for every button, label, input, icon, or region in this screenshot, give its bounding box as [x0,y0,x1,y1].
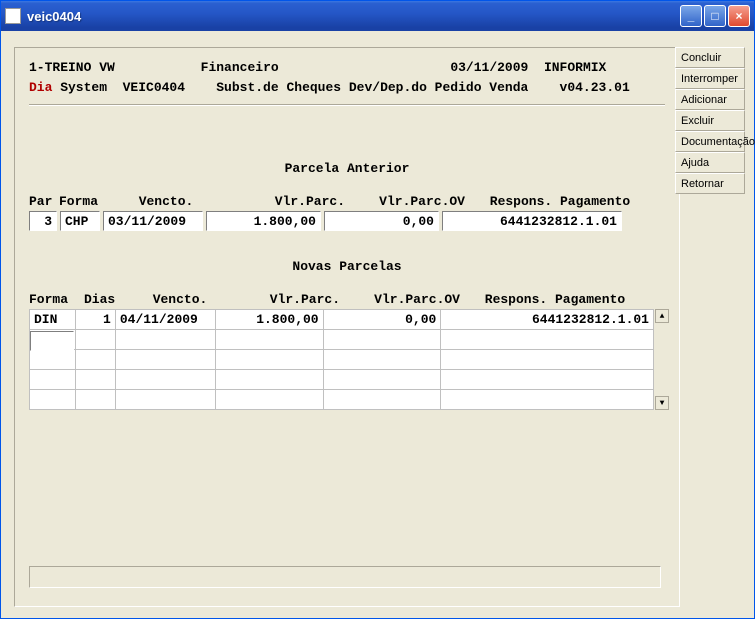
col2-resp: Respons. Pagamento [460,292,650,307]
anterior-venc[interactable]: 03/11/2009 [103,211,203,231]
client-area: 1-TREINO VW Financeiro 03/11/2009 INFORM… [4,31,751,615]
status-bar [29,566,661,588]
adicionar-button[interactable]: Adicionar [675,89,745,110]
col-vlrov: Vlr.Parc.OV [345,194,465,209]
header-block: 1-TREINO VW Financeiro 03/11/2009 INFORM… [29,58,665,98]
side-button-panel: Concluir Interromper Adicionar Excluir D… [675,47,745,194]
titlebar[interactable]: veic0404 _ □ × [1,1,754,31]
header-company: 1-TREINO VW [29,60,115,75]
concluir-button[interactable]: Concluir [675,47,745,68]
col-vlr: Vlr.Parc. [225,194,345,209]
scroll-up-icon[interactable]: ▲ [655,309,669,323]
cell-resp[interactable]: 6441232812.1.01 [441,310,654,330]
documentacao-button[interactable]: Documentação [675,131,745,152]
minimize-button[interactable]: _ [680,5,702,27]
col2-vlrov: Vlr.Parc.OV [340,292,460,307]
cell-venc[interactable]: 04/11/2009 [115,310,215,330]
anterior-columns: Par Forma Vencto. Vlr.Parc. Vlr.Parc.OV … [29,194,665,209]
anterior-resp[interactable]: 6441232812.1.01 [442,211,622,231]
close-button[interactable]: × [728,5,750,27]
novas-columns: Forma Dias Vencto. Vlr.Parc. Vlr.Parc.OV… [29,292,665,307]
col-par: Par [29,194,59,209]
section-novas-title: Novas Parcelas [29,259,665,274]
scroll-down-icon[interactable]: ▼ [655,396,669,410]
header-desc: Subst.de Cheques Dev/Dep.do Pedido Venda [216,80,528,95]
grid-active-input[interactable] [30,331,74,351]
anterior-vlr[interactable]: 1.800,00 [206,211,321,231]
header-db: INFORMIX [544,60,606,75]
novas-grid-wrap: DIN 1 04/11/2009 1.800,00 0,00 644123281… [29,309,669,410]
anterior-vlrov[interactable]: 0,00 [324,211,439,231]
table-row[interactable] [30,330,654,350]
table-row[interactable] [30,370,654,390]
anterior-row: 3 CHP 03/11/2009 1.800,00 0,00 644123281… [29,211,665,231]
section-anterior-title: Parcela Anterior [29,161,665,176]
cell-vlrov[interactable]: 0,00 [323,310,441,330]
header-date: 03/11/2009 [450,60,528,75]
header-system: System VEIC0404 [52,80,185,95]
window-title: veic0404 [27,9,680,24]
header-module: Financeiro [201,60,279,75]
novas-grid[interactable]: DIN 1 04/11/2009 1.800,00 0,00 644123281… [29,309,654,410]
main-panel: 1-TREINO VW Financeiro 03/11/2009 INFORM… [14,47,680,607]
col2-forma: Forma [29,292,84,307]
header-divider [29,104,665,106]
app-window: veic0404 _ □ × 1-TREINO VW Financeiro 03… [0,0,755,619]
excluir-button[interactable]: Excluir [675,110,745,131]
retornar-button[interactable]: Retornar [675,173,745,194]
table-row[interactable] [30,350,654,370]
ajuda-button[interactable]: Ajuda [675,152,745,173]
col2-dias: Dias [84,292,130,307]
col-forma: Forma [59,194,107,209]
col-resp: Respons. Pagamento [465,194,655,209]
header-version: v04.23.01 [560,80,630,95]
cell-vlr[interactable]: 1.800,00 [215,310,323,330]
table-row[interactable] [30,390,654,410]
header-dia-label: Dia [29,80,52,95]
app-icon [5,8,21,24]
col-venc: Vencto. [107,194,225,209]
anterior-par[interactable]: 3 [29,211,57,231]
cell-dias[interactable]: 1 [75,310,115,330]
table-row[interactable]: DIN 1 04/11/2009 1.800,00 0,00 644123281… [30,310,654,330]
interromper-button[interactable]: Interromper [675,68,745,89]
anterior-forma[interactable]: CHP [60,211,100,231]
cell-forma[interactable]: DIN [30,310,76,330]
grid-scrollbar[interactable]: ▲ ▼ [657,309,669,410]
col2-venc: Vencto. [130,292,230,307]
col2-vlr: Vlr.Parc. [230,292,340,307]
maximize-button[interactable]: □ [704,5,726,27]
